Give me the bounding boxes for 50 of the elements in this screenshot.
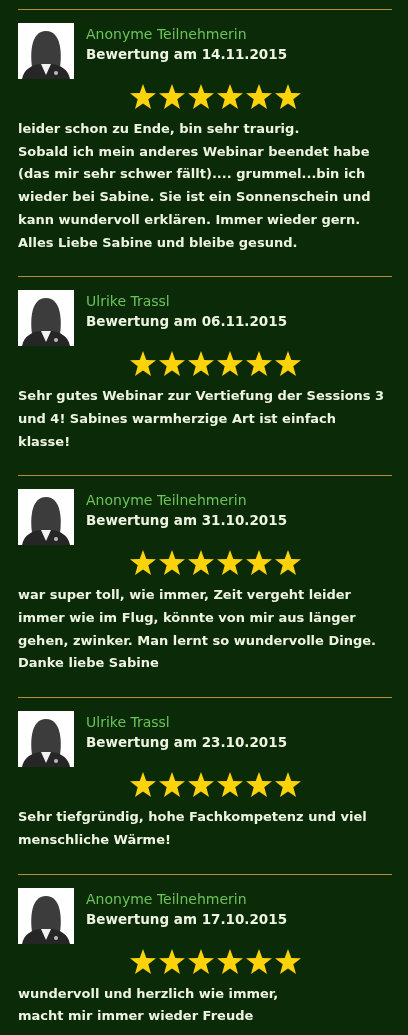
review-text: leider schon zu Ende, bin sehr traurig. Sobald ich mein anderes Webinar beendet habe (das mir sehr schwer fällt).... grummel...bin ich wieder bei Sabine. Sie ist ein Sonnenschein und kann wundervoll erklären. Immer wieder gern. Alles Liebe Sabine und bleibe gesund. [18, 120, 372, 252]
review-text: wundervoll und herzlich wie immer, macht mir immer wieder Freude [18, 984, 280, 1026]
author-name: Ulrike Trassl [86, 713, 171, 733]
star-icon [186, 549, 215, 577]
review-date: Bewertung am 23.10.2015 [86, 733, 288, 753]
star-icon [273, 947, 302, 975]
author-name: Anonyme Teilnehmerin [86, 889, 248, 909]
star-icon [186, 771, 215, 799]
avatar-icon [18, 489, 74, 546]
star-icon [244, 350, 273, 378]
avatar-icon [18, 711, 74, 768]
author-name: Ulrike Trassl [86, 292, 171, 312]
star-icon [128, 549, 157, 577]
review-text: Sehr tiefgründig, hohe Fachkompetenz und viel menschliche Wärme! [18, 808, 368, 849]
star-icon [186, 83, 215, 110]
star-icon [128, 83, 157, 110]
author-name: Anonyme Teilnehmerin [86, 25, 248, 44]
star-icon [273, 350, 302, 378]
star-icon [157, 549, 186, 577]
review-date: Bewertung am 06.11.2015 [86, 312, 288, 332]
star-icon [157, 350, 186, 378]
star-icon [128, 350, 157, 378]
star-icon [273, 549, 302, 577]
star-icon [244, 771, 273, 799]
star-icon [244, 83, 273, 110]
star-icon [157, 947, 186, 975]
star-icon [157, 771, 186, 799]
review-date: Bewertung am 17.10.2015 [86, 909, 288, 929]
author-name: Anonyme Teilnehmerin [86, 491, 248, 511]
review-date: Bewertung am 31.10.2015 [86, 511, 288, 531]
star-icon [128, 771, 157, 799]
avatar-icon [18, 290, 74, 347]
star-icon [244, 549, 273, 577]
review-text: war super toll, wie immer, Zeit vergeht leider immer wie im Flug, könnte von mir aus länger gehen, zwinker. Man lernt so wundervolle Dinge. Danke liebe Sabine [18, 586, 377, 673]
star-icon [215, 350, 244, 378]
star-icon [186, 947, 215, 975]
star-icon [157, 83, 186, 110]
star-icon [244, 947, 273, 975]
star-icon [215, 947, 244, 975]
star-icon [215, 549, 244, 577]
avatar-icon [18, 23, 74, 79]
review-text: Sehr gutes Webinar zur Vertiefung der Sessions 3 und 4! Sabines warmherzige Art ist einfach klasse! [18, 387, 386, 451]
avatar-icon [18, 887, 74, 944]
star-icon [215, 771, 244, 799]
star-icon [215, 83, 244, 110]
star-icon [186, 350, 215, 378]
review-date: Bewertung am 14.11.2015 [86, 45, 288, 64]
star-icon [273, 771, 302, 799]
star-icon [128, 947, 157, 975]
star-icon [273, 83, 302, 110]
